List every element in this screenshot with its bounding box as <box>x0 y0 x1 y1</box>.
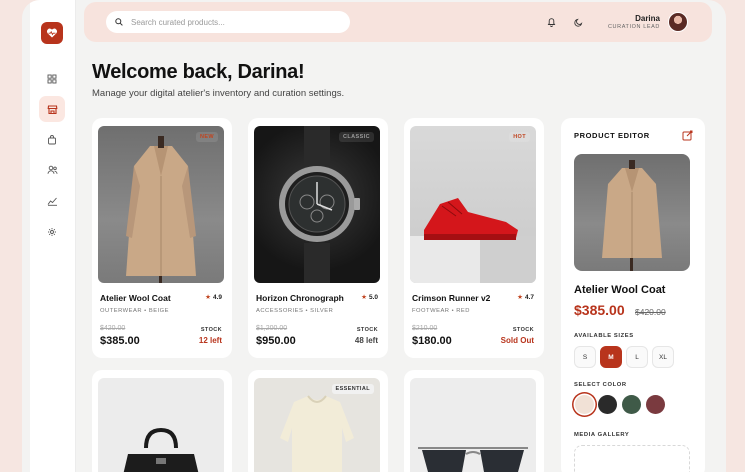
star-icon: ★ <box>517 294 523 301</box>
product-card[interactable]: NEW Atelier Wool Coat ★ 4.9 OUTERWEAR • B… <box>92 118 232 358</box>
bag-icon <box>48 135 56 145</box>
editor-product-image <box>574 154 690 271</box>
stock-label: STOCK <box>512 327 534 333</box>
editor-product-price: $385.00 <box>574 302 625 318</box>
sizes-label: AVAILABLE SIZES <box>574 333 634 339</box>
bell-icon <box>547 18 555 27</box>
editor-product-name: Atelier Wool Coat <box>574 284 666 296</box>
color-swatch-burgundy[interactable] <box>646 395 665 414</box>
product-meta: ACCESSORIES • SILVER <box>256 308 334 314</box>
size-option-m[interactable]: M <box>600 346 622 368</box>
search-placeholder: Search curated products... <box>131 17 225 27</box>
search-icon <box>115 18 123 26</box>
product-meta: FOOTWEAR • RED <box>412 308 470 314</box>
product-card[interactable]: ESSENTIAL <box>248 370 388 472</box>
editor-product-old-price: $420.00 <box>635 307 666 317</box>
sidebar-item-analytics[interactable] <box>39 188 65 214</box>
product-meta: OUTERWEAR • BEIGE <box>100 308 170 314</box>
edit-icon[interactable] <box>682 130 693 141</box>
product-image-coat: NEW <box>98 126 224 283</box>
stock-value: 48 left <box>354 336 378 345</box>
sidebar-item-dashboard[interactable] <box>39 66 65 92</box>
gallery-label: MEDIA GALLERY <box>574 432 630 438</box>
search-input[interactable]: Search curated products... <box>106 11 350 33</box>
chart-icon <box>47 197 57 206</box>
product-card[interactable] <box>404 370 544 472</box>
product-old-price: $420.00 <box>100 325 126 332</box>
product-rating: ★ 5.0 <box>361 294 378 301</box>
sidebar-item-customers[interactable] <box>39 157 65 183</box>
app-window: Search curated products... Darina CURATI… <box>22 0 726 472</box>
sidebar <box>30 0 76 472</box>
product-image-sunglasses <box>410 378 536 472</box>
color-swatch-green[interactable] <box>622 395 641 414</box>
product-editor-panel: PRODUCT EDITOR Atelier Wool Coat $385.00… <box>561 118 705 472</box>
product-image-sweater: ESSENTIAL <box>254 378 380 472</box>
product-badge: CLASSIC <box>339 132 374 142</box>
product-name: Atelier Wool Coat <box>100 293 171 303</box>
users-icon <box>47 165 57 174</box>
product-card[interactable] <box>92 370 232 472</box>
grid-icon <box>47 74 57 84</box>
product-price: $385.00 <box>100 335 140 347</box>
notifications-button[interactable] <box>544 15 558 29</box>
top-header: Search curated products... Darina CURATI… <box>84 2 712 42</box>
page-title: Welcome back, Darina! <box>92 61 305 83</box>
product-image-handbag <box>98 378 224 472</box>
size-option-s[interactable]: S <box>574 346 596 368</box>
product-name: Crimson Runner v2 <box>412 293 491 303</box>
color-swatch-beige[interactable] <box>575 395 594 414</box>
product-name: Horizon Chronograph <box>256 293 344 303</box>
heart-pulse-icon <box>46 28 58 38</box>
gear-icon <box>48 228 56 236</box>
star-icon: ★ <box>361 294 367 301</box>
product-rating: ★ 4.9 <box>205 294 222 301</box>
product-image-sneaker: HOT <box>410 126 536 283</box>
user-name: Darina <box>635 14 660 23</box>
product-old-price: $1,200.00 <box>256 325 288 332</box>
product-price: $950.00 <box>256 335 296 347</box>
product-image-watch: CLASSIC <box>254 126 380 283</box>
product-rating: ★ 4.7 <box>517 294 534 301</box>
avatar[interactable] <box>668 12 688 32</box>
color-swatch-black[interactable] <box>598 395 617 414</box>
product-card[interactable]: CLASSIC Horizon Chronograph ★ 5.0 ACCESSO… <box>248 118 388 358</box>
product-old-price: $210.00 <box>412 325 438 332</box>
product-badge: ESSENTIAL <box>331 384 374 394</box>
stock-label: STOCK <box>356 327 378 333</box>
product-price: $180.00 <box>412 335 452 347</box>
stock-label: STOCK <box>200 327 222 333</box>
star-icon: ★ <box>205 294 211 301</box>
editor-title: PRODUCT EDITOR <box>574 131 650 140</box>
sidebar-item-inventory[interactable] <box>39 96 65 122</box>
size-option-l[interactable]: L <box>626 346 648 368</box>
sidebar-item-orders[interactable] <box>39 127 65 153</box>
user-role: CURATION LEAD <box>607 24 660 30</box>
store-icon <box>47 104 57 114</box>
sidebar-item-settings[interactable] <box>39 219 65 245</box>
stock-value: Sold Out <box>500 336 534 345</box>
color-label: SELECT COLOR <box>574 382 627 388</box>
page-subtitle: Manage your digital atelier's inventory … <box>92 88 345 99</box>
size-option-xl[interactable]: XL <box>652 346 674 368</box>
product-badge: NEW <box>195 132 218 142</box>
product-card[interactable]: HOT Crimson Runner v2 ★ 4.7 FOOTWEAR • RE… <box>404 118 544 358</box>
brand-logo[interactable] <box>41 22 63 44</box>
stock-value: 12 left <box>198 336 222 345</box>
product-badge: HOT <box>509 132 530 142</box>
media-gallery-dropzone[interactable] <box>574 445 690 472</box>
